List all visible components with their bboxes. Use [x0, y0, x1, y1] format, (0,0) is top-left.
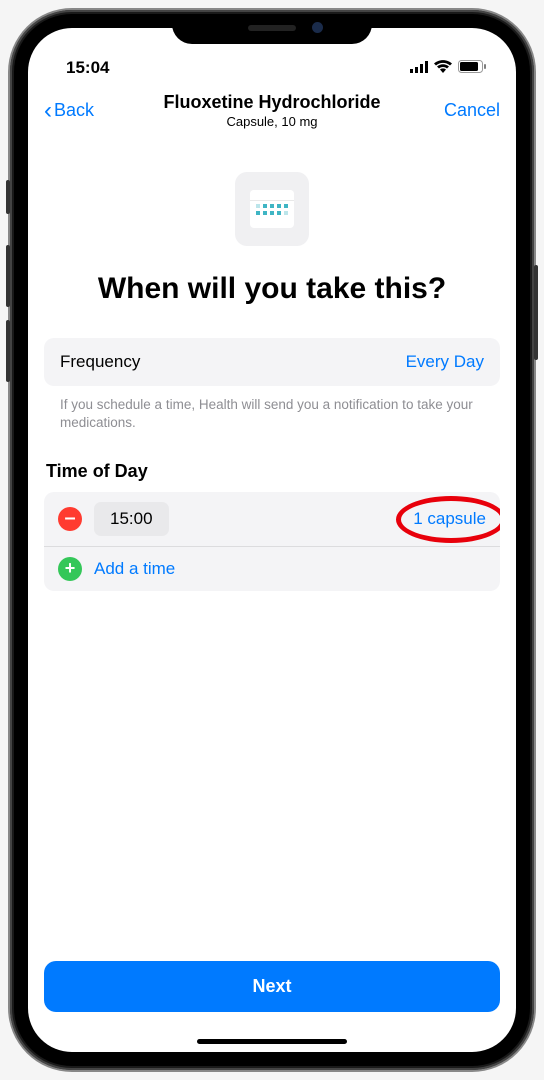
- frequency-value: Every Day: [406, 352, 484, 372]
- notch: [172, 14, 372, 44]
- chevron-left-icon: ‹: [44, 99, 52, 123]
- add-time-button[interactable]: [58, 557, 82, 581]
- header-icon-container: [44, 172, 500, 246]
- nav-bar: ‹ Back Fluoxetine Hydrochloride Capsule,…: [28, 82, 516, 138]
- phone-bezel: 15:04 ‹ Back: [14, 14, 530, 1066]
- back-label: Back: [54, 100, 94, 121]
- power-button: [534, 265, 538, 360]
- screen: 15:04 ‹ Back: [28, 28, 516, 1052]
- dose-amount-button[interactable]: 1 capsule: [413, 509, 486, 529]
- battery-icon: [458, 58, 486, 78]
- speaker: [248, 25, 296, 31]
- volume-down-button: [6, 320, 10, 382]
- home-indicator[interactable]: [197, 1039, 347, 1044]
- silence-switch: [6, 180, 10, 214]
- time-picker[interactable]: 15:00: [94, 502, 169, 536]
- phone-frame: 15:04 ‹ Back: [10, 10, 534, 1070]
- cellular-icon: [410, 58, 428, 78]
- time-row: 15:00 1 capsule: [44, 492, 500, 547]
- time-of-day-label: Time of Day: [44, 461, 500, 482]
- add-time-row[interactable]: Add a time: [44, 547, 500, 591]
- nav-title-container: Fluoxetine Hydrochloride Capsule, 10 mg: [124, 92, 420, 129]
- hint-text: If you schedule a time, Health will send…: [44, 386, 500, 434]
- remove-time-button[interactable]: [58, 507, 82, 531]
- add-time-label: Add a time: [94, 559, 175, 579]
- page-subtitle: Capsule, 10 mg: [226, 114, 317, 129]
- heading: When will you take this?: [44, 270, 500, 308]
- times-container: 15:00 1 capsule Add a time: [44, 492, 500, 591]
- next-button[interactable]: Next: [44, 961, 500, 1012]
- cancel-button[interactable]: Cancel: [420, 100, 500, 121]
- page-title: Fluoxetine Hydrochloride: [163, 92, 380, 113]
- content-area: When will you take this? Frequency Every…: [28, 138, 516, 1052]
- wifi-icon: [434, 58, 452, 78]
- status-time: 15:04: [58, 58, 109, 78]
- calendar-icon: [235, 172, 309, 246]
- frequency-label: Frequency: [60, 352, 140, 372]
- back-button[interactable]: ‹ Back: [44, 99, 124, 123]
- volume-up-button: [6, 245, 10, 307]
- frequency-row[interactable]: Frequency Every Day: [44, 338, 500, 386]
- front-camera: [312, 22, 323, 33]
- status-icons: [410, 58, 486, 78]
- dose-amount-label: 1 capsule: [413, 509, 486, 528]
